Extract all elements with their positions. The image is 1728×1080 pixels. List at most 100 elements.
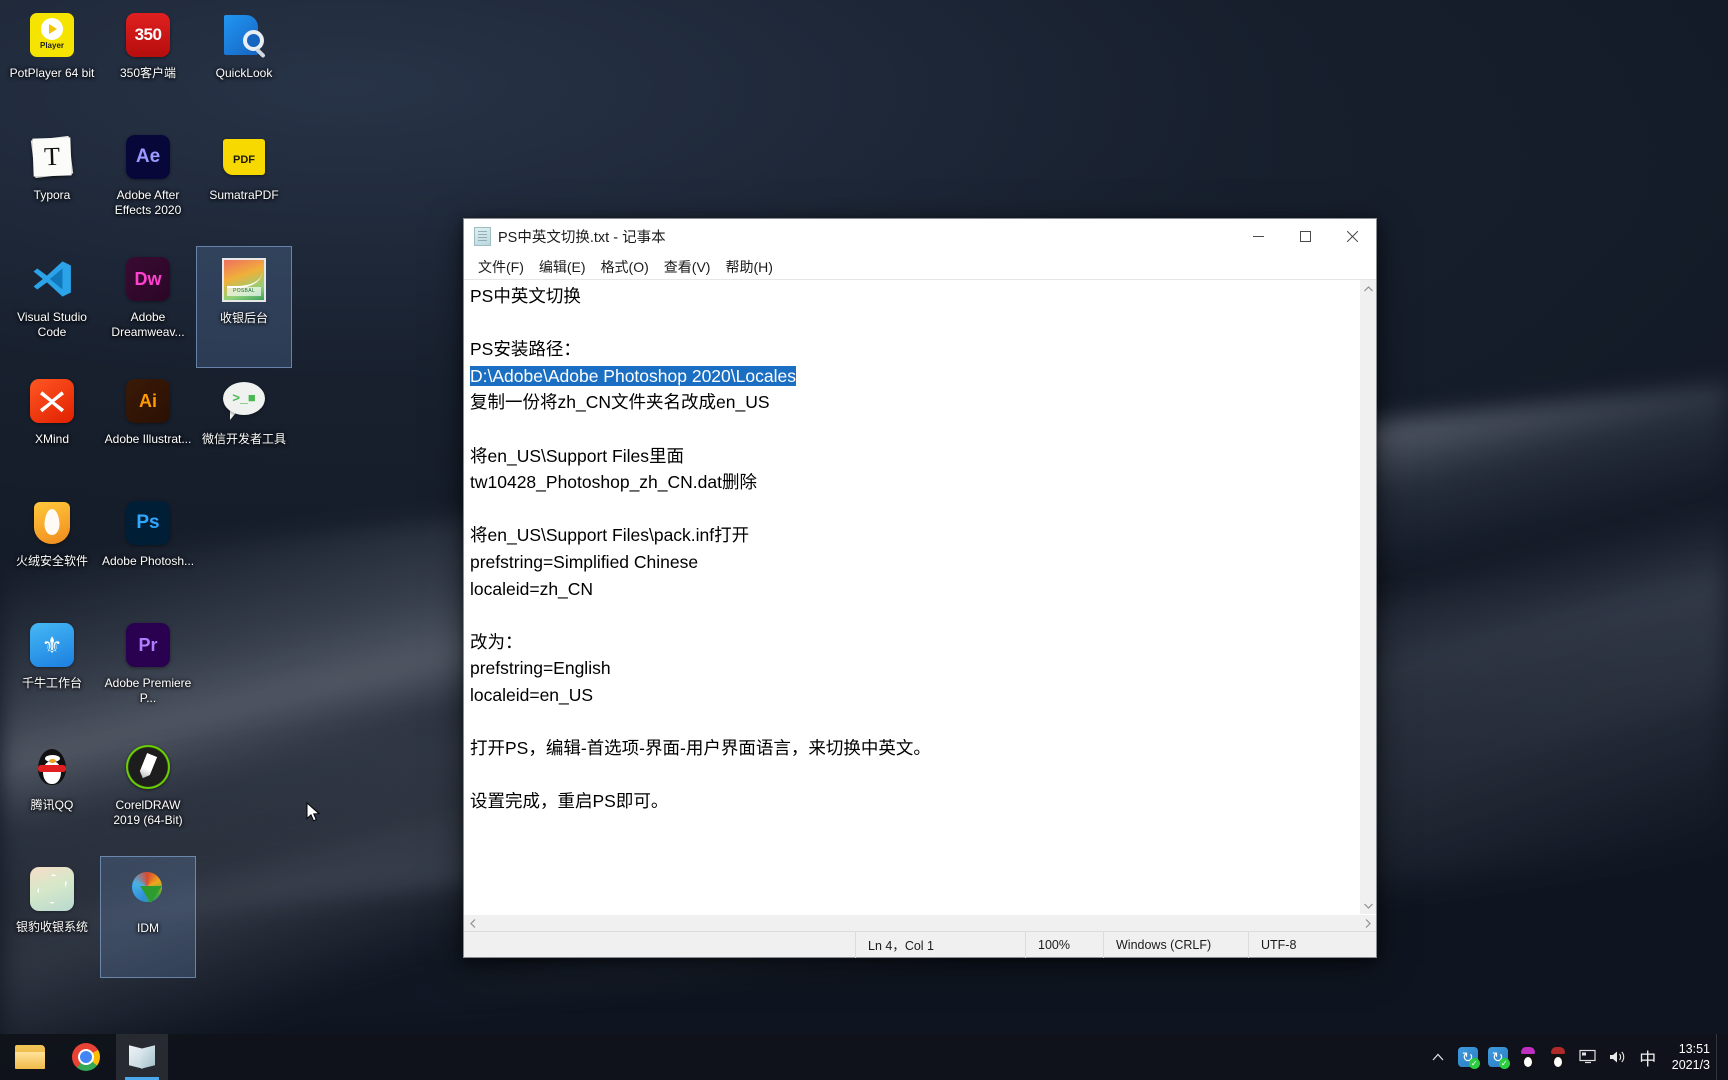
desktop-icon-vscode[interactable]: Visual Studio Code [4,246,100,368]
desktop-icon-350-client[interactable]: 350 350客户端 [100,2,196,124]
show-desktop-button[interactable] [1716,1034,1724,1080]
photoshop-icon: Ps [123,498,173,548]
text-line: prefstring=English [470,658,611,678]
taskbar-notepad[interactable] [116,1034,168,1080]
window-titlebar[interactable]: PS中英文切换.txt - 记事本 [464,219,1376,254]
status-line-ending[interactable]: Windows (CRLF) [1103,932,1248,958]
text-line: PS安装路径： [470,339,581,359]
desktop-icon-idm[interactable]: IDM [100,856,196,978]
desktop-icon-label: CorelDRAW 2019 (64-Bit) [101,798,195,828]
desktop-icon-qq[interactable]: 腾讯QQ [4,734,100,856]
desktop-icon-qianniu[interactable]: ⚜ 千牛工作台 [4,612,100,734]
text-line: prefstring=Simplified Chinese [470,552,698,572]
scroll-left-arrow-icon[interactable] [464,915,481,932]
text-line: 改为： [470,632,523,652]
network-monitor-icon [1578,1049,1598,1065]
desktop-icon-label: 银豹收银系统 [5,920,99,935]
desktop-icon-label: 350客户端 [101,66,195,81]
desktop-icon-empty-3 [196,734,292,856]
coreldraw-icon [123,742,173,792]
menu-item-edit[interactable]: 编辑(E) [533,255,592,279]
show-hidden-icons-chevron[interactable] [1424,1034,1452,1080]
menu-bar: 文件(F) 编辑(E) 格式(O) 查看(V) 帮助(H) [464,254,1376,279]
potplayer-icon: Player [27,10,77,60]
minimize-icon[interactable] [1235,219,1282,254]
notepad-document-icon [474,227,491,246]
editor-region: PS中英文切换 PS安装路径： D:\Adobe\Adobe Photoshop… [464,279,1376,914]
notepad-window[interactable]: PS中英文切换.txt - 记事本 文件(F) 编辑(E) 格式(O) 查看(V… [463,218,1377,958]
desktop-icon-label: Adobe Illustrat... [101,432,195,447]
quicklook-icon [219,10,269,60]
window-title: PS中英文切换.txt - 记事本 [498,226,666,247]
desktop-icon-label: 千牛工作台 [5,676,99,691]
taskbar-apps [0,1034,168,1080]
clock-time: 13:51 [1672,1041,1710,1057]
taskbar-google-chrome[interactable] [60,1034,112,1080]
sync-check-icon [1458,1047,1478,1067]
desktop-icon-sumatrapdf[interactable]: PDF SumatraPDF [196,124,292,246]
sumatrapdf-icon: PDF [219,132,269,182]
taskbar-file-explorer[interactable] [4,1034,56,1080]
tray-sync-1[interactable] [1454,1034,1482,1080]
yinbao-icon [27,864,77,914]
tray-network[interactable] [1574,1034,1602,1080]
desktop-icon-after-effects[interactable]: Ae Adobe After Effects 2020 [100,124,196,246]
status-encoding[interactable]: UTF-8 [1248,932,1376,958]
desktop-icon-typora[interactable]: T Typora [4,124,100,246]
menu-item-view[interactable]: 查看(V) [658,255,717,279]
maximize-icon[interactable] [1282,219,1329,254]
text-line: localeid=en_US [470,685,593,705]
scroll-up-arrow-icon[interactable] [1360,280,1377,297]
scroll-right-arrow-icon[interactable] [1359,915,1376,932]
clock-date: 2021/3 [1672,1057,1710,1073]
desktop-icon-grid: Player PotPlayer 64 bit 350 350客户端 Quick… [4,2,294,978]
menu-item-help[interactable]: 帮助(H) [719,255,778,279]
text-line: 将en_US\Support Files\pack.inf打开 [470,525,749,545]
desktop-icon-photoshop[interactable]: Ps Adobe Photosh... [100,490,196,612]
desktop-icon-dreamweaver[interactable]: Dw Adobe Dreamweav... [100,246,196,368]
desktop-icon-label: XMind [5,432,99,447]
wechat-devtools-icon: >_■ [219,376,269,426]
desktop-icon-pos-backend[interactable]: POSBAL 收银后台 [196,246,292,368]
desktop-icon-potplayer[interactable]: Player PotPlayer 64 bit [4,2,100,124]
horizontal-scrollbar[interactable] [464,914,1376,931]
tray-qq-pet-2[interactable] [1544,1034,1572,1080]
tray-qq-pet-1[interactable] [1514,1034,1542,1080]
scroll-down-arrow-icon[interactable] [1360,897,1377,914]
tray-volume[interactable] [1604,1034,1632,1080]
menu-item-format[interactable]: 格式(O) [595,255,655,279]
ime-indicator[interactable]: 中 [1634,1034,1662,1080]
desktop-icon-label: QuickLook [197,66,291,81]
text-line: tw10428_Photoshop_zh_CN.dat删除 [470,472,757,492]
tray-sync-2[interactable] [1484,1034,1512,1080]
text-line: 复制一份将zh_CN文件夹名改成en_US [470,392,770,412]
desktop-icon-label: Adobe Premiere P... [101,676,195,706]
text-line: 将en_US\Support Files里面 [470,446,684,466]
horizontal-scroll-track[interactable] [481,915,1359,931]
vertical-scrollbar[interactable] [1359,280,1376,914]
desktop-icon-yinbao[interactable]: 银豹收银系统 [4,856,100,978]
text-editor[interactable]: PS中英文切换 PS安装路径： D:\Adobe\Adobe Photoshop… [464,280,1359,914]
desktop-icon-premiere[interactable]: Pr Adobe Premiere P... [100,612,196,734]
desktop-icon-coreldraw[interactable]: CorelDRAW 2019 (64-Bit) [100,734,196,856]
status-zoom-level[interactable]: 100% [1025,932,1103,958]
desktop-icon-label: Adobe After Effects 2020 [101,188,195,218]
menu-item-file[interactable]: 文件(F) [472,255,530,279]
desktop-icon-quicklook[interactable]: QuickLook [196,2,292,124]
chrome-icon [72,1043,100,1071]
desktop-icon-label: IDM [101,921,195,936]
desktop-icon-wechat-devtools[interactable]: >_■ 微信开发者工具 [196,368,292,490]
desktop-icon-label: 收银后台 [197,311,291,326]
desktop-icon-huorong[interactable]: 火绒安全软件 [4,490,100,612]
desktop-icon-empty-1 [196,490,292,612]
desktop-icon-label: 腾讯QQ [5,798,99,813]
vscode-icon [27,254,77,304]
after-effects-icon: Ae [123,132,173,182]
close-icon[interactable] [1329,219,1376,254]
desktop-icon-label: 微信开发者工具 [197,432,291,447]
penguin-hat-icon [1549,1047,1567,1067]
desktop-icon-label: PotPlayer 64 bit [5,66,99,81]
desktop-icon-xmind[interactable]: XMind [4,368,100,490]
taskbar-clock[interactable]: 13:51 2021/3 [1664,1041,1714,1073]
desktop-icon-illustrator[interactable]: Ai Adobe Illustrat... [100,368,196,490]
